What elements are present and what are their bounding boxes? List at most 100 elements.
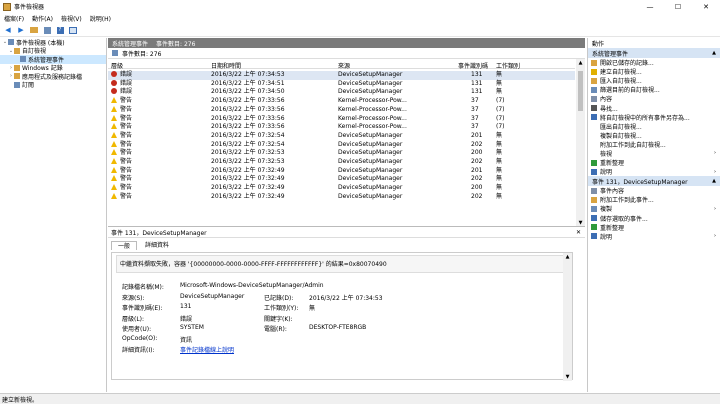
action-item[interactable]: 重新整理: [588, 223, 720, 232]
tab-general[interactable]: 一般: [111, 241, 138, 250]
table-row[interactable]: 警告 2016/3/22 上午 07:32:54 DeviceSetupManage…: [108, 131, 575, 141]
cell-level: 警告: [120, 97, 133, 105]
action-item[interactable]: 附加工作到此事件...: [588, 195, 720, 204]
tree-item[interactable]: ⌄ 自訂檢視: [0, 47, 106, 55]
title-bar: 事件檢視器 — ☐ ✕: [0, 0, 720, 13]
close-button[interactable]: ✕: [692, 0, 720, 13]
action-item[interactable]: 複製 ›: [588, 204, 720, 213]
cell-cat: 無: [496, 140, 503, 148]
blank-icon: [591, 123, 597, 129]
menu-file[interactable]: 檔案(F): [4, 14, 24, 23]
scroll-down-icon[interactable]: ▼: [563, 374, 572, 380]
actions-section-view[interactable]: 系統管理事件 ▲: [588, 48, 720, 58]
action-item[interactable]: 說明 ›: [588, 232, 720, 241]
col-source[interactable]: 來源: [338, 61, 350, 70]
cell-dt: 2016/3/22 上午 07:33:56: [211, 123, 285, 131]
action-item[interactable]: 事件內容: [588, 186, 720, 195]
cell-dt: 2016/3/22 上午 07:32:49: [211, 184, 285, 192]
tree-item[interactable]: 訂閱: [0, 81, 106, 89]
action-item[interactable]: 篩選目前的自訂檢視...: [588, 85, 720, 94]
cell-id: 201: [471, 166, 483, 174]
action-item[interactable]: 附加工作到此自訂檢視...: [588, 140, 720, 149]
action-item[interactable]: 儲存選取的事件...: [588, 214, 720, 223]
col-level[interactable]: 層級: [111, 61, 123, 70]
cell-dt: 2016/3/22 上午 07:32:54: [211, 131, 285, 139]
cell-src: DeviceSetupManager: [338, 140, 403, 148]
toolbar: ◀ ▶ ?: [0, 24, 720, 37]
tree-item[interactable]: ⌄ 事件檢視器 (本機): [0, 38, 106, 47]
collapse-icon[interactable]: ▲: [712, 50, 716, 56]
table-row[interactable]: 錯誤 2016/3/22 上午 07:34:53 DeviceSetupManage…: [108, 71, 575, 80]
view-header: 系統管理事件 事件數目: 276: [108, 38, 585, 48]
menu-action[interactable]: 動作(A): [32, 14, 53, 23]
action-item[interactable]: 重新整理: [588, 158, 720, 167]
navigation-tree: ⌄ 事件檢視器 (本機) ⌄ 自訂檢視 系統管理事件 › Windows 記錄 › 應用程式及服…: [0, 38, 107, 392]
forward-arrow-icon[interactable]: ▶: [16, 26, 26, 35]
table-row[interactable]: 警告 2016/3/22 上午 07:33:56 Kernel-Processor-…: [108, 123, 575, 132]
table-row[interactable]: 錯誤 2016/3/22 上午 07:34:51 DeviceSetupManage…: [108, 79, 575, 89]
col-task-category[interactable]: 工作類別: [496, 61, 520, 70]
action-item[interactable]: 匯出自訂檢視...: [588, 122, 720, 131]
panel-icon[interactable]: [68, 26, 78, 35]
action-item[interactable]: 說明 ›: [588, 167, 720, 176]
table-row[interactable]: 警告 2016/3/22 上午 07:32:49 DeviceSetupManage…: [108, 166, 575, 176]
grid-scrollbar[interactable]: ▲ ▼: [576, 59, 585, 226]
table-row[interactable]: 警告 2016/3/22 上午 07:32:53 DeviceSetupManage…: [108, 158, 575, 167]
properties-icon[interactable]: [42, 26, 52, 35]
col-datetime[interactable]: 日期和時間: [211, 61, 241, 70]
cell-id: 202: [471, 192, 483, 200]
action-item[interactable]: 將自訂檢視中的所有事件另存為...: [588, 113, 720, 122]
folder-icon[interactable]: [29, 26, 39, 35]
action-label: 複製: [600, 206, 613, 214]
close-detail-icon[interactable]: ✕: [576, 229, 581, 236]
tree-item[interactable]: › Windows 記錄: [0, 64, 106, 72]
actions-section-event[interactable]: 事件 131，DeviceSetupManager ▲: [588, 176, 720, 187]
blank-icon: [591, 141, 597, 147]
action-item[interactable]: 匯入自訂檢視...: [588, 76, 720, 85]
filter-count: 事件數目: 276: [122, 50, 162, 58]
message-text: 中繼資料擷取失敗，容器 '{00000000-0000-0000-FFFF-FF…: [120, 261, 387, 268]
table-row[interactable]: 警告 2016/3/22 上午 07:33:56 Kernel-Processor-…: [108, 114, 575, 124]
col-event-id[interactable]: 事件識別碼: [458, 61, 488, 70]
action-item[interactable]: 建立自訂檢視...: [588, 67, 720, 76]
table-row[interactable]: 錯誤 2016/3/22 上午 07:34:50 DeviceSetupManage…: [108, 88, 575, 97]
scroll-up-icon[interactable]: ▲: [576, 60, 585, 66]
menu-bar: 檔案(F) 動作(A) 檢視(V) 說明(H): [0, 13, 720, 23]
table-row[interactable]: 警告 2016/3/22 上午 07:32:49 DeviceSetupManage…: [108, 175, 575, 184]
action-item[interactable]: 開啟已儲存的記錄...: [588, 58, 720, 67]
detail-scrollbar[interactable]: ▲ ▼: [563, 253, 572, 381]
tree-item[interactable]: 系統管理事件: [0, 55, 106, 64]
back-arrow-icon[interactable]: ◀: [3, 26, 13, 35]
table-row[interactable]: 警告 2016/3/22 上午 07:32:49 DeviceSetupManage…: [108, 184, 575, 193]
action-item[interactable]: 複製自訂檢視...: [588, 131, 720, 140]
field-value: DeviceSetupManager: [180, 292, 245, 300]
minimize-button[interactable]: —: [636, 0, 664, 13]
menu-view[interactable]: 檢視(V): [61, 14, 82, 23]
tab-details[interactable]: 詳細資料: [139, 241, 175, 250]
table-row[interactable]: 警告 2016/3/22 上午 07:33:56 Kernel-Processor-…: [108, 105, 575, 115]
collapse-icon[interactable]: ▲: [712, 178, 716, 184]
action-label: 重新整理: [600, 160, 625, 168]
maximize-button[interactable]: ☐: [664, 0, 692, 13]
action-label: 內容: [600, 96, 613, 104]
table-row[interactable]: 警告 2016/3/22 上午 07:32:53 DeviceSetupManage…: [108, 149, 575, 158]
tree-item[interactable]: › 應用程式及服務記錄檔: [0, 72, 106, 81]
action-item[interactable]: 尋找...: [588, 103, 720, 113]
help-icon[interactable]: ?: [55, 26, 65, 35]
cell-dt: 2016/3/22 上午 07:34:50: [211, 88, 285, 96]
table-row[interactable]: 警告 2016/3/22 上午 07:33:56 Kernel-Processor-…: [108, 97, 575, 106]
scroll-down-icon[interactable]: ▼: [576, 220, 585, 226]
help-icon: [591, 168, 597, 175]
refresh-icon: [591, 224, 597, 231]
scroll-thumb[interactable]: [578, 71, 583, 111]
online-help-link[interactable]: 事件記錄檔線上說明: [180, 345, 234, 354]
table-row[interactable]: 警告 2016/3/22 上午 07:32:49 DeviceSetupManage…: [108, 192, 575, 202]
action-item[interactable]: 內容: [588, 94, 720, 103]
copy-icon: [591, 205, 597, 212]
table-row[interactable]: 警告 2016/3/22 上午 07:32:54 DeviceSetupManage…: [108, 140, 575, 150]
menu-help[interactable]: 說明(H): [90, 14, 111, 23]
cell-cat: 無: [496, 131, 503, 139]
action-item[interactable]: 檢視 ›: [588, 149, 720, 158]
find-icon: [591, 105, 597, 112]
scroll-up-icon[interactable]: ▲: [563, 254, 572, 260]
